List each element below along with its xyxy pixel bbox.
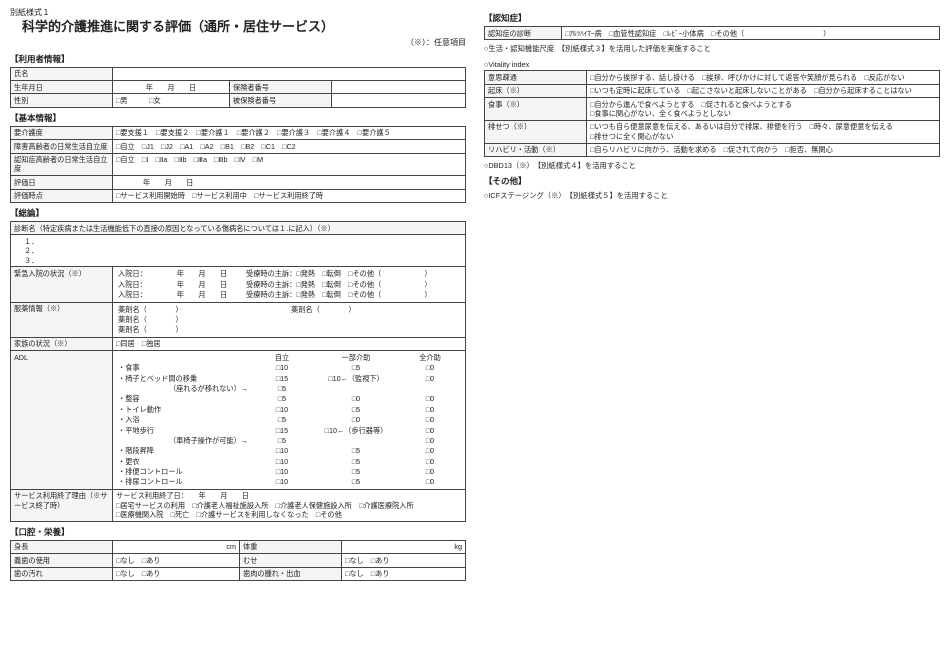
- label-disab: 障害高齢者の日常生活自立度: [11, 140, 113, 153]
- label-dob: 生年月日: [11, 81, 113, 94]
- section-user: 【利用者情報】: [10, 54, 466, 65]
- field-med[interactable]: 薬剤名（ ）薬剤名（ ） 薬剤名（ ）薬剤名（ ）: [113, 302, 466, 337]
- label-sex: 性別: [11, 94, 113, 107]
- summary-table: 診断名（特定疾病または生活機能低下の直接の原因となっている傷病名については１.に…: [10, 221, 466, 522]
- label-height: 身長: [11, 540, 113, 553]
- section-basic: 【基本情報】: [10, 113, 466, 124]
- field-evp[interactable]: □サービス利用開始時 □サービス利用中 □サービス利用終了時: [113, 189, 466, 202]
- field-vi-will[interactable]: □自分から挨拶する、話し掛ける □挨拶、呼びかけに対して返答や笑顔が見られる □…: [587, 71, 940, 84]
- field-evd[interactable]: 年 月 日: [113, 176, 466, 189]
- label-evd: 評価日: [11, 176, 113, 189]
- field-name[interactable]: [113, 67, 466, 80]
- field-weight[interactable]: kg: [342, 540, 466, 553]
- oral-table: 身長cm 体重kg 義歯の使用□なし □あり むせ□なし □あり 歯の汚れ□なし…: [10, 540, 466, 581]
- label-vi-eat: 食事（※）: [485, 98, 587, 121]
- label-gum: 歯肉の腫れ・出血: [240, 567, 342, 580]
- field-insno[interactable]: [332, 81, 466, 94]
- field-height[interactable]: cm: [113, 540, 240, 553]
- field-stain[interactable]: □なし □あり: [113, 567, 240, 580]
- user-table: 氏名 生年月日 年 月 日 保険者番号 性別 □男 □女 被保険者番号: [10, 67, 466, 108]
- diag-2: ２．: [24, 246, 38, 255]
- field-dent[interactable]: □なし □あり: [113, 554, 240, 567]
- field-choke[interactable]: □なし □あり: [342, 554, 466, 567]
- dem-diag-table: 認知症の診断□ｱﾙﾂﾊｲﾏｰ病 □血管性認知症 □ﾚﾋﾞｰ小体病 □その他（ ）: [484, 26, 940, 40]
- field-fam[interactable]: □同居 □独居: [113, 337, 466, 350]
- label-vi-will: 意思疎通: [485, 71, 587, 84]
- field-vi-toil[interactable]: □いつも自ら便意尿意を伝える、あるいは自分で排尿、排便を行う □時々、尿意便意を…: [587, 120, 940, 143]
- label-hosp: 緊急入院の状況（※）: [11, 267, 113, 302]
- vitality-table: 意思疎通□自分から挨拶する、話し掛ける □挨拶、呼びかけに対して返答や笑顔が見ら…: [484, 70, 940, 157]
- field-dob[interactable]: 年 月 日: [113, 81, 230, 94]
- field-insured[interactable]: [332, 94, 466, 107]
- field-vi-rehab[interactable]: □自らリハビリに向かう、活動を求める □促されて向かう □拒否、無関心: [587, 143, 940, 156]
- section-oral: 【口腔・栄養】: [10, 527, 466, 538]
- label-choke: むせ: [240, 554, 342, 567]
- field-diag[interactable]: １． ２． ３．: [11, 235, 466, 267]
- label-vi-wake: 起床（※）: [485, 84, 587, 97]
- section-summary: 【総論】: [10, 208, 466, 219]
- label-diag: 診断名（特定疾病または生活機能低下の直接の原因となっている傷病名については１.に…: [11, 222, 466, 235]
- label-vi-toil: 排せつ（※）: [485, 120, 587, 143]
- note-scale: ○生活・認知機能尺度 【別紙様式３】を活用した評価を実施すること: [484, 44, 940, 53]
- label-insno: 保険者番号: [230, 81, 332, 94]
- field-sex[interactable]: □男 □女: [113, 94, 230, 107]
- label-vitality: ○Vitality index: [484, 60, 940, 69]
- note-dbd: ○DBD13（※） 【別紙様式４】を活用すること: [484, 161, 940, 170]
- label-fam: 家族の状況（※）: [11, 337, 113, 350]
- label-dent: 義歯の使用: [11, 554, 113, 567]
- field-hosp[interactable]: 入院日：年 月 日受療時の主訴：□発熱 □転倒 □その他（ ） 入院日：年 月 …: [113, 267, 466, 302]
- field-gum[interactable]: □なし □あり: [342, 567, 466, 580]
- diag-3: ３．: [24, 256, 38, 265]
- check-male[interactable]: □男: [116, 96, 128, 105]
- label-med: 服薬情報（※）: [11, 302, 113, 337]
- optional-note: （※）：任意項目: [10, 38, 466, 48]
- label-insured: 被保険者番号: [230, 94, 332, 107]
- label-vi-rehab: リハビリ・活動（※）: [485, 143, 587, 156]
- form-number: 別紙様式１: [10, 8, 466, 18]
- page-title: 科学的介護推進に関する評価（通所・居住サービス）: [22, 19, 466, 36]
- left-column: 別紙様式１ 科学的介護推進に関する評価（通所・居住サービス） （※）：任意項目 …: [10, 8, 466, 642]
- diag-1: １．: [24, 237, 38, 246]
- label-name: 氏名: [11, 67, 113, 80]
- label-demdiag: 認知症の診断: [485, 27, 562, 40]
- field-end[interactable]: サービス利用終了日： 年 月 日 □居宅サービスの利用 □介護老人福祉施設入所 …: [113, 489, 466, 521]
- field-demdiag[interactable]: □ｱﾙﾂﾊｲﾏｰ病 □血管性認知症 □ﾚﾋﾞｰ小体病 □その他（ ）: [562, 27, 940, 40]
- section-other: 【その他】: [484, 176, 940, 187]
- label-cog: 認知症高齢者の日常生活自立度: [11, 153, 113, 176]
- label-end: サービス利用終了理由（※サービス終了時）: [11, 489, 113, 521]
- section-dementia: 【認知症】: [484, 13, 940, 24]
- field-care[interactable]: □要支援１ □要支援２ □要介護１ □要介護２ □要介護３ □要介護４ □要介護…: [113, 126, 466, 139]
- label-care: 要介護度: [11, 126, 113, 139]
- field-vi-wake[interactable]: □いつも定時に起床している □起こさないと起床しないことがある □自分から起床す…: [587, 84, 940, 97]
- field-cog[interactable]: □自立 □Ⅰ □Ⅱa □Ⅱb □Ⅲa □Ⅲb □Ⅳ □M: [113, 153, 466, 176]
- label-stain: 歯の汚れ: [11, 567, 113, 580]
- check-female[interactable]: □女: [149, 96, 161, 105]
- note-icf: ○ICFステージング（※） 【別紙様式５】を活用すること: [484, 191, 940, 200]
- field-vi-eat[interactable]: □自分から進んで食べようとする □促されると食べようとする □食事に関心がない、…: [587, 98, 940, 121]
- right-column: 【認知症】 認知症の診断□ｱﾙﾂﾊｲﾏｰ病 □血管性認知症 □ﾚﾋﾞｰ小体病 □…: [484, 8, 940, 642]
- label-weight: 体重: [240, 540, 342, 553]
- field-disab[interactable]: □自立 □J1 □J2 □A1 □A2 □B1 □B2 □C1 □C2: [113, 140, 466, 153]
- basic-table: 要介護度□要支援１ □要支援２ □要介護１ □要介護２ □要介護３ □要介護４ …: [10, 126, 466, 203]
- field-adl[interactable]: 自立一部介助全介助 ・食事□10□5□0 ・椅子とベッド間の移乗□15□10←（…: [113, 351, 466, 490]
- label-evp: 評価時点: [11, 189, 113, 202]
- label-adl: ADL: [11, 351, 113, 490]
